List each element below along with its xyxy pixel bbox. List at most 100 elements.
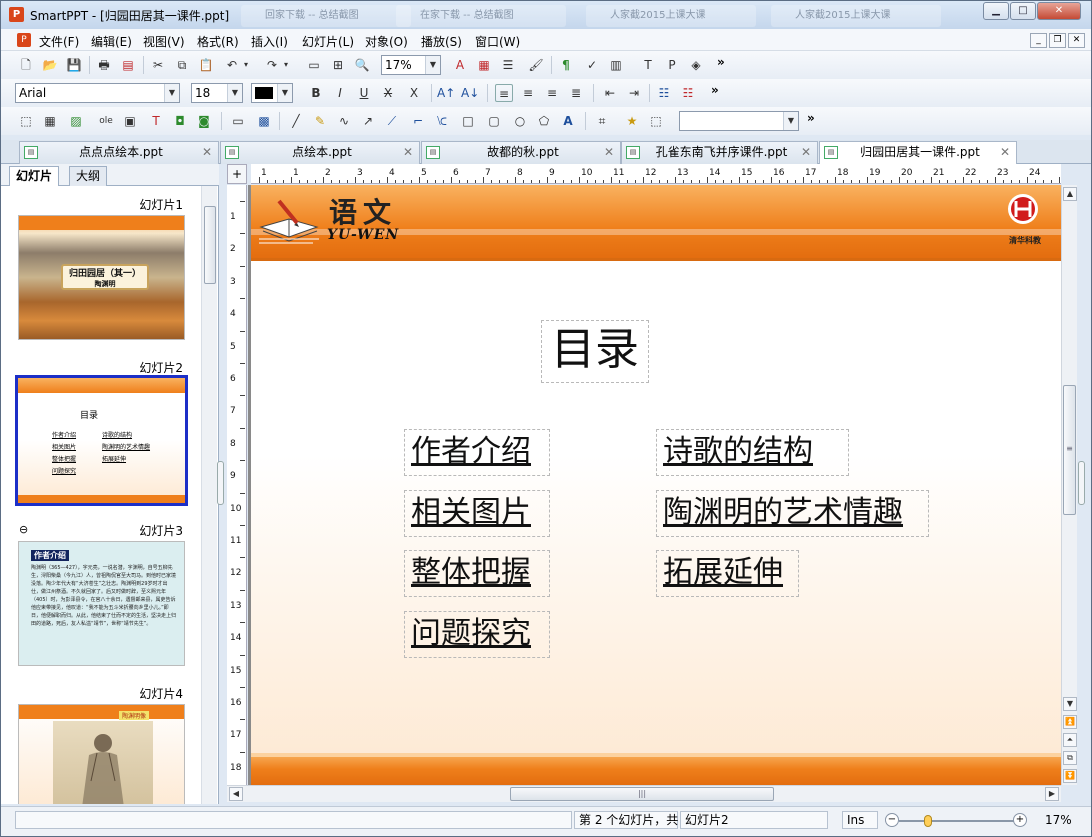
group-icon[interactable]: ▩ [255, 112, 273, 130]
table-icon[interactable]: ▦ [41, 112, 59, 130]
previous-slide-icon[interactable]: ⏫ [1063, 715, 1077, 729]
font-size-combo[interactable]: 18 ▼ [191, 83, 243, 103]
number-list-icon[interactable]: ☷ [679, 84, 697, 102]
doc-tab-active[interactable]: ▤ 归园田居其一课件.ppt ✕ [819, 141, 1017, 165]
strikethrough-icon[interactable]: X [379, 84, 397, 102]
underline-icon[interactable]: U [355, 84, 373, 102]
toolbar-overflow-icon[interactable]: » [807, 111, 815, 125]
scroll-page-up-icon[interactable]: ⏶ [1063, 733, 1077, 747]
chevron-down-icon[interactable]: ▼ [277, 84, 292, 102]
star-icon[interactable]: ★ [623, 112, 641, 130]
scroll-up-icon[interactable]: ▲ [1063, 187, 1077, 201]
toc-item-author[interactable]: 作者介绍 [404, 429, 550, 476]
image-icon[interactable]: ▨ [67, 112, 85, 130]
connector-icon[interactable]: ⟋ [383, 112, 401, 130]
zoom-icon[interactable]: 🔍 [353, 56, 371, 74]
pen-tool-icon[interactable]: ✎ [311, 112, 329, 130]
chart-icon[interactable]: ▦ [475, 56, 493, 74]
slide-thumbnail-1[interactable]: 归田园居（其一） 陶渊明 [18, 215, 185, 340]
zoom-slider-knob[interactable] [924, 815, 932, 827]
app-icon[interactable]: P [9, 7, 24, 22]
line-tool-icon[interactable]: ╱ [287, 112, 305, 130]
align-right-icon[interactable]: ≡ [543, 84, 561, 102]
rounded-rect-icon[interactable]: ▢ [485, 112, 503, 130]
fit-page-icon[interactable]: ▭ [305, 56, 323, 74]
select-frame-icon[interactable]: ⬚ [17, 112, 35, 130]
paragraph-mark-icon[interactable]: ¶ [557, 56, 575, 74]
slide-title[interactable]: 目录 [541, 320, 649, 383]
align-center-icon[interactable]: ≡ [519, 84, 537, 102]
menu-insert[interactable]: 插入(I) [251, 33, 288, 50]
mdi-minimize-button[interactable]: _ [1030, 33, 1047, 48]
toc-item-pictures[interactable]: 相关图片 [404, 490, 550, 537]
slide-frame-icon[interactable]: ▭ [229, 112, 247, 130]
doc-tab[interactable]: ▤ 点点点绘本.ppt ✕ [19, 141, 219, 164]
toolbar-overflow-icon[interactable]: » [711, 83, 719, 97]
right-panel-splitter[interactable] [1078, 461, 1085, 505]
media-icon[interactable]: ▣ [121, 112, 139, 130]
bullet-list-icon[interactable]: ☷ [655, 84, 673, 102]
toc-item-questions[interactable]: 问题探究 [404, 611, 550, 658]
panel-splitter[interactable] [217, 461, 224, 505]
bezier-connector-icon[interactable]: ⟈ [433, 112, 451, 130]
menu-file[interactable]: 文件(F) [39, 33, 79, 50]
justify-icon[interactable]: ≣ [567, 84, 585, 102]
spell-check-icon[interactable]: ✓ [583, 56, 601, 74]
current-slide[interactable]: 语文 YU-WEN 清华科教 目录 作者介绍 相关图片 整体把握 问题探究 诗歌… [251, 185, 1061, 785]
next-slide-icon[interactable]: ⏬ [1063, 769, 1077, 783]
ruler-origin-icon[interactable]: + [227, 164, 247, 184]
mdi-close-button[interactable]: ✕ [1068, 33, 1085, 48]
curve-tool-icon[interactable]: ∿ [335, 112, 353, 130]
zoom-out-icon[interactable]: − [885, 813, 899, 827]
toc-item-art-interest[interactable]: 陶渊明的艺术情趣 [656, 490, 929, 537]
layers-icon[interactable]: ◈ [687, 56, 705, 74]
template-icon[interactable]: T [639, 56, 657, 74]
chevron-down-icon[interactable]: ▼ [783, 112, 798, 130]
crop-icon[interactable]: ⌗ [593, 112, 611, 130]
close-tab-icon[interactable]: ✕ [1000, 142, 1010, 163]
slide-thumbnail-3[interactable]: 作者介绍 陶渊明（365—427），字元亮，一说名潜，字渊明，自号五柳先生，浔阳… [18, 541, 185, 666]
doc-tab[interactable]: ▤ 故都的秋.ppt ✕ [421, 141, 621, 164]
zoom-in-icon[interactable]: + [1013, 813, 1027, 827]
undo-icon[interactable]: ↶ [223, 56, 241, 74]
wordart-icon[interactable]: A [559, 112, 577, 130]
menu-object[interactable]: 对象(O) [365, 33, 408, 50]
new-file-icon[interactable]: 🗋 [17, 56, 35, 74]
thumbnail-scrollbar[interactable] [201, 186, 217, 804]
close-tab-icon[interactable]: ✕ [202, 142, 212, 163]
menu-edit[interactable]: 编辑(E) [91, 33, 132, 50]
tab-slides[interactable]: 幻灯片 [9, 166, 60, 187]
scrollbar-thumb[interactable] [204, 206, 216, 284]
ellipse-tool-icon[interactable]: ○ [511, 112, 529, 130]
close-tab-icon[interactable]: ✕ [604, 142, 614, 163]
cut-icon[interactable]: ✂ [149, 56, 167, 74]
list-view-icon[interactable]: ☰ [499, 56, 517, 74]
toc-item-extension[interactable]: 拓展延伸 [656, 550, 799, 597]
toolbar-overflow-icon[interactable]: » [717, 55, 725, 69]
increase-indent-icon[interactable]: ⇥ [625, 84, 643, 102]
redo-dropdown-icon[interactable]: ▾ [281, 56, 291, 74]
print-icon[interactable]: 🖶 [95, 56, 113, 74]
save-icon[interactable]: 💾 [65, 56, 83, 74]
paste-icon[interactable]: 📋 [197, 56, 215, 74]
slide-thumbnail-2[interactable]: 目录 作者介绍 相关图片 整体把握 问题探究 诗歌的结构 陶渊明的艺术情趣 拓展… [15, 375, 188, 506]
decrease-indent-icon[interactable]: ⇤ [601, 84, 619, 102]
redo-icon[interactable]: ↷ [263, 56, 281, 74]
open-folder-icon[interactable]: 📂 [41, 56, 59, 74]
toc-item-structure[interactable]: 诗歌的结构 [656, 429, 849, 476]
zoom-grid-icon[interactable]: ⊞ [329, 56, 347, 74]
zoom-combo[interactable]: 17% ▼ [381, 55, 441, 75]
chevron-down-icon[interactable]: ▼ [227, 84, 242, 102]
menu-slide[interactable]: 幻灯片(L) [302, 33, 354, 50]
font-name-combo[interactable]: Arial ▼ [15, 83, 180, 103]
minimize-button[interactable]: ▁ [983, 2, 1009, 20]
scroll-left-icon[interactable]: ◀ [229, 787, 243, 801]
slide-vertical-scrollbar[interactable]: ▲ ≡ ▼ ⏫ ⏶ ⧉ ⏬ [1061, 185, 1077, 785]
maximize-button[interactable]: □ [1010, 2, 1036, 20]
close-button[interactable]: ✕ [1037, 2, 1081, 20]
scrollbar-thumb[interactable]: ||| [510, 787, 774, 801]
style-combo[interactable]: ▼ [679, 111, 799, 131]
elbow-connector-icon[interactable]: ⌐ [409, 112, 427, 130]
doc-tab[interactable]: ▤ 孔雀东南飞并序课件.ppt ✕ [621, 141, 818, 164]
text-frame-icon[interactable]: T [147, 112, 165, 130]
